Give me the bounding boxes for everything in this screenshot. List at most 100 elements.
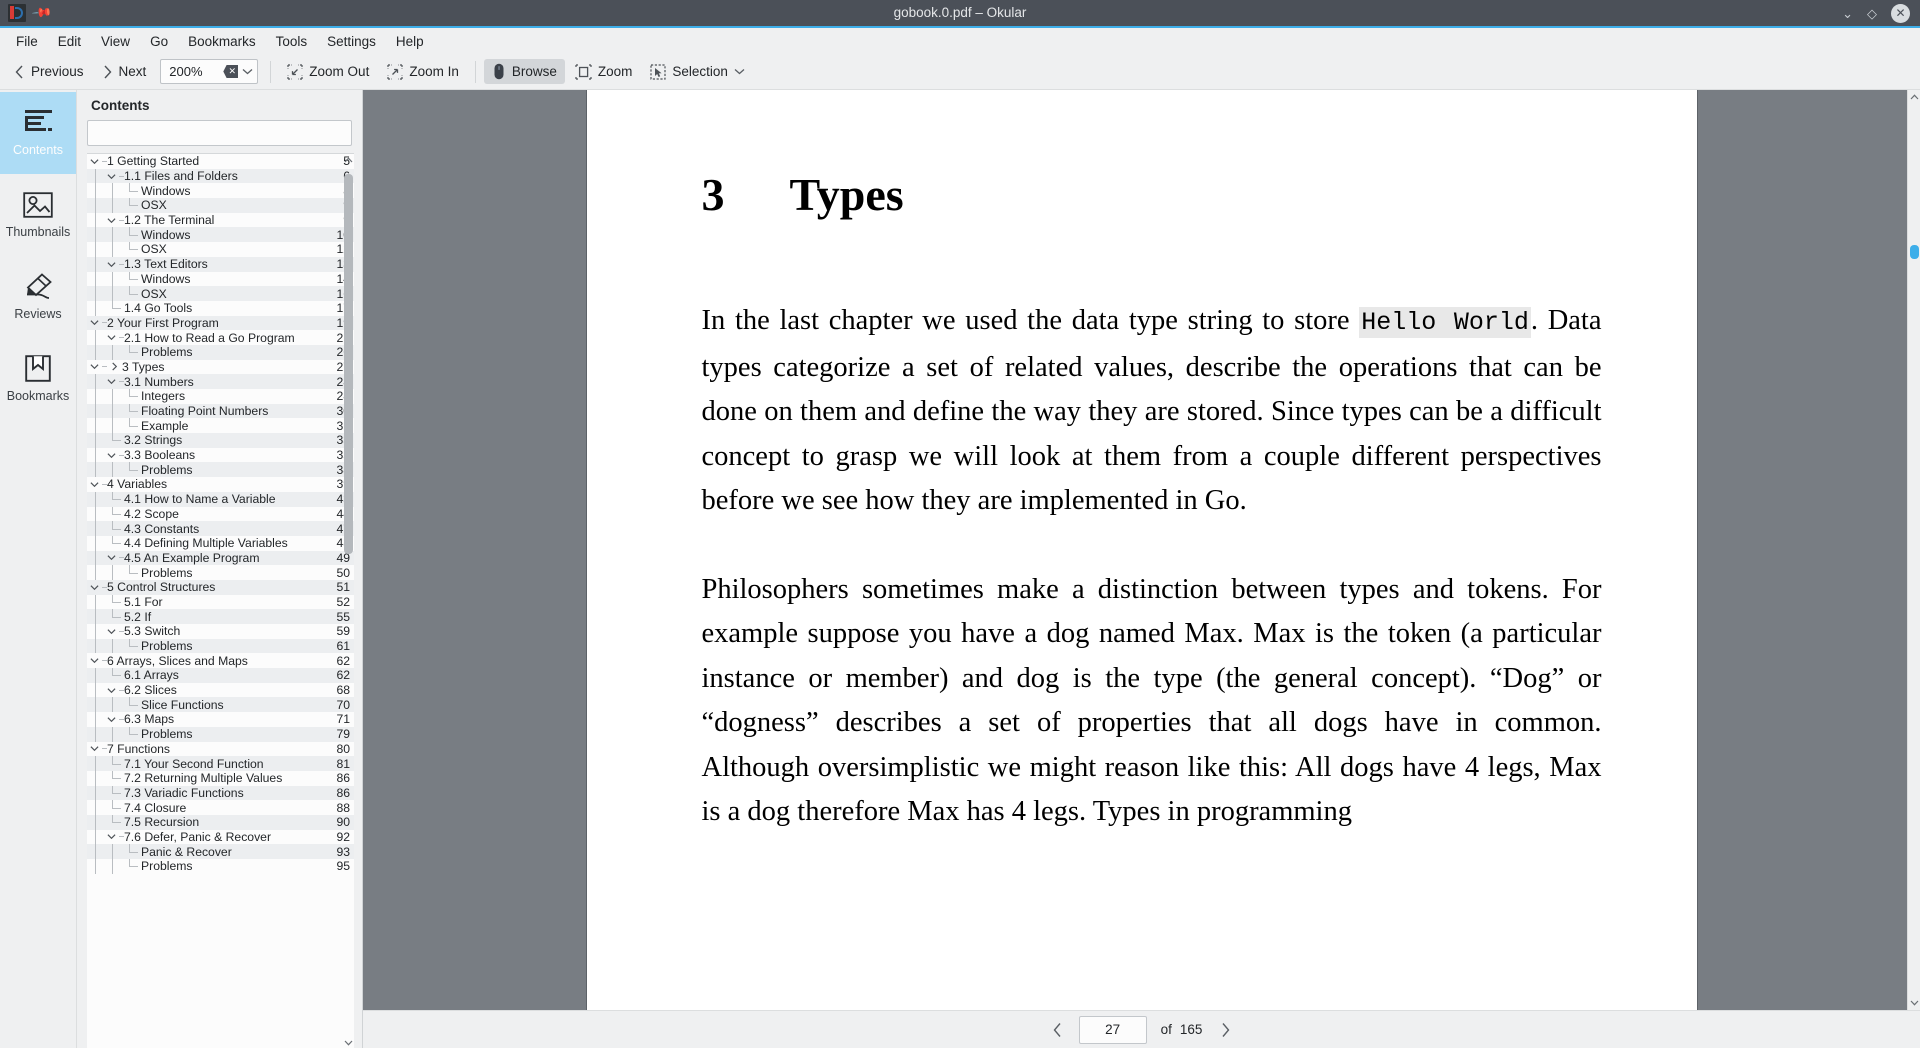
toc-row[interactable]: 3.2 Strings33 [87,433,354,448]
chevron-down-icon[interactable] [104,551,119,566]
toc-row[interactable]: 6 Arrays, Slices and Maps 62 [87,653,354,668]
toc-row[interactable]: Problems38 [87,462,354,478]
menu-settings[interactable]: Settings [317,31,386,52]
toc-row[interactable]: 4 Variables39 [87,477,354,492]
toc-row[interactable]: 4.5 An Example Program 49 [87,550,354,566]
chevron-down-icon[interactable] [104,257,119,272]
zoom-level-combobox[interactable]: 200% ✕ [160,59,259,84]
chevron-down-icon[interactable] [242,68,253,75]
menu-view[interactable]: View [91,31,140,52]
chevron-down-icon[interactable] [87,742,102,757]
toc-row[interactable]: 6.1 Arrays 62 [87,668,354,683]
toc-row[interactable]: 1.3 Text Editors13 [87,256,354,272]
zoom-mode-button[interactable]: Zoom [567,60,641,84]
statusbar-previous-page-button[interactable] [1043,1017,1073,1043]
toc-row[interactable]: 7.6 Defer, Panic & Recover 92 [87,829,354,845]
toc-row[interactable]: 3.1 Numbers28 [87,374,354,389]
toc-row[interactable]: 3 Types27 [87,360,354,375]
toc-row[interactable]: OSX16 [87,286,354,301]
toc-row[interactable]: 6.2 Slices 68 [87,682,354,698]
toc-row[interactable]: 7.3 Variadic Functions 86 [87,785,354,801]
menu-edit[interactable]: Edit [48,31,91,52]
toc-row[interactable]: 1.4 Go Tools17 [87,300,354,316]
pdf-page[interactable]: 3 Types In the last chapter we used the d… [586,90,1697,1010]
pin-icon[interactable]: 📌 [31,2,53,25]
contents-search-field[interactable] [87,120,352,146]
document-scrollbar-thumb[interactable] [1910,245,1919,259]
close-button[interactable]: ✕ [1891,3,1910,23]
chevron-down-icon[interactable] [104,830,119,845]
document-scroll-up-icon[interactable] [1908,90,1920,104]
toc-row[interactable]: Problems 79 [87,726,354,742]
toc-row[interactable]: 7.2 Returning Multiple Values 86 [87,770,354,786]
toc-row[interactable]: 3.3 Booleans35 [87,447,354,463]
chevron-down-icon[interactable] [104,169,119,184]
document-scroll-down-icon[interactable] [1908,996,1920,1010]
toc-row[interactable]: Slice Functions 70 [87,697,354,713]
contents-scroll-up-icon[interactable] [343,154,354,165]
current-page-input[interactable] [1078,1015,1147,1044]
chevron-down-icon[interactable] [104,624,119,639]
contents-scrollbar-thumb[interactable] [344,174,353,554]
chevron-down-icon[interactable] [87,360,102,375]
toc-row[interactable]: Problems 95 [87,859,354,874]
toc-row[interactable]: 7 Functions 80 [87,742,354,757]
toc-row[interactable]: OSX12 [87,242,354,257]
toc-row[interactable]: 7.1 Your Second Function 81 [87,756,354,771]
chevron-down-icon[interactable] [87,653,102,668]
browse-mode-button[interactable]: Browse [483,59,565,84]
toc-row[interactable]: 5.1 For 52 [87,594,354,610]
sidebar-item-bookmarks[interactable]: Bookmarks [0,338,76,420]
toc-row[interactable]: OSX9 [87,198,354,213]
document-scrollbar[interactable] [1907,90,1920,1010]
menu-bookmarks[interactable]: Bookmarks [178,31,266,52]
statusbar-next-page-button[interactable] [1210,1017,1240,1043]
chevron-down-icon[interactable] [104,448,119,463]
chevron-down-icon[interactable] [104,683,119,698]
toc-row[interactable]: Floating Point Numbers30 [87,403,354,419]
selection-mode-button[interactable]: Selection [642,60,753,84]
toc-row[interactable]: 5.2 If 55 [87,609,354,624]
sidebar-item-thumbnails[interactable]: Thumbnails [0,174,76,256]
chevron-down-icon[interactable] [104,712,119,727]
toc-row[interactable]: Integers28 [87,389,354,404]
zoom-in-button[interactable]: Zoom In [379,60,467,84]
toc-row[interactable]: 6.3 Maps 71 [87,712,354,727]
selection-dropdown-chevron-down-icon[interactable] [734,68,745,75]
menu-tools[interactable]: Tools [266,31,318,52]
menu-help[interactable]: Help [386,31,434,52]
menu-go[interactable]: Go [140,31,178,52]
menu-file[interactable]: File [6,31,48,52]
contents-scrollbar[interactable] [344,162,353,1032]
chevron-down-icon[interactable] [104,213,119,228]
contents-tree-scrollarea[interactable]: 1 Getting Started51.1 Files and Folders6… [87,153,354,1048]
toc-row[interactable]: Panic & Recover 93 [87,844,354,859]
sidebar-item-contents[interactable]: Contents [0,92,76,174]
toc-row[interactable]: 7.4 Closure 88 [87,800,354,815]
chevron-down-icon[interactable] [104,330,119,345]
toc-row[interactable]: 1 Getting Started 5 [87,154,354,169]
sidebar-item-reviews[interactable]: Reviews [0,256,76,338]
minimize-button[interactable]: ⌄ [1842,7,1853,20]
toc-row[interactable]: 4.2 Scope44 [87,506,354,522]
toc-row[interactable]: 2.1 How to Read a Go Program21 [87,330,354,345]
previous-page-button[interactable]: Previous [6,60,92,83]
toc-row[interactable]: 4.3 Constants47 [87,521,354,536]
chevron-down-icon[interactable] [87,154,102,169]
toc-row[interactable]: Example31 [87,418,354,434]
toc-row[interactable]: 4.1 How to Name a Variable43 [87,491,354,507]
toc-row[interactable]: 5.3 Switch 59 [87,624,354,639]
toc-row[interactable]: Problems 50 [87,565,354,580]
toc-row[interactable]: 2 Your First Program19 [87,315,354,331]
zoom-out-button[interactable]: Zoom Out [279,60,377,84]
chevron-down-icon[interactable] [87,477,102,492]
toc-row[interactable]: 4.4 Defining Multiple Variables48 [87,535,354,551]
maximize-button[interactable]: ◇ [1867,7,1877,20]
chevron-down-icon[interactable] [104,374,119,389]
document-viewport[interactable]: 3 Types In the last chapter we used the d… [363,90,1920,1010]
chevron-down-icon[interactable] [87,316,102,331]
toc-row[interactable]: Windows14 [87,271,354,287]
toc-row[interactable]: Windows8 [87,183,354,199]
chevron-down-icon[interactable] [87,580,102,595]
toc-row[interactable]: 1.2 The Terminal9 [87,212,354,228]
